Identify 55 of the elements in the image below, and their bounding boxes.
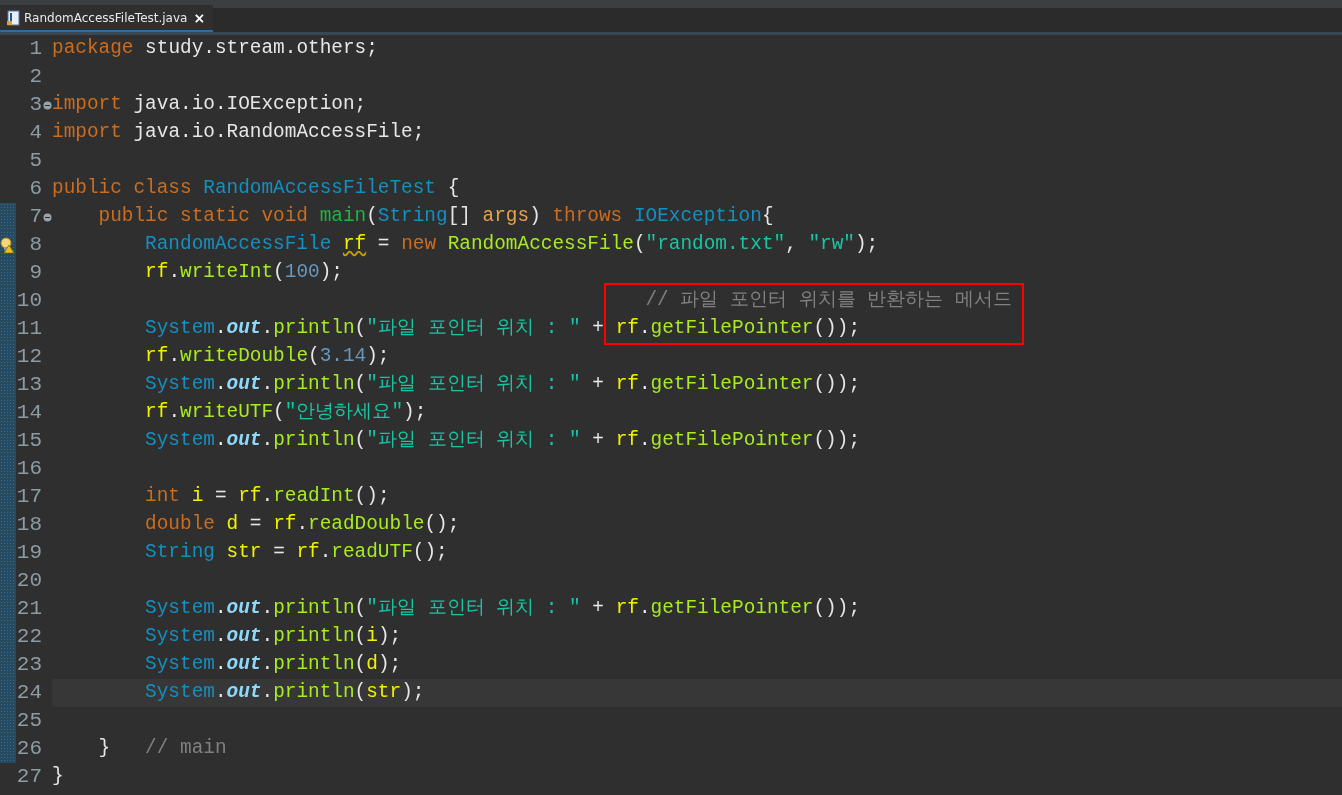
code-line: rf.writeDouble(3.14); <box>144 344 390 370</box>
line-number: 4 <box>28 120 42 147</box>
line-number: 16 <box>16 456 42 483</box>
line-number: 7 <box>28 204 42 231</box>
collapse-icon[interactable] <box>42 212 52 222</box>
code-line: System.out.println("파일 포인터 위치 : " + rf.getFilePointer()); <box>144 316 860 342</box>
line-number: 2 <box>28 64 42 91</box>
code-line: System.out.println(str); <box>144 680 425 706</box>
line-number: 26 <box>16 736 42 763</box>
line-number: 25 <box>16 708 42 735</box>
code-line: int i = rf.readInt(); <box>144 484 390 510</box>
line-number: 19 <box>16 540 42 567</box>
line-number: 9 <box>28 260 42 287</box>
tab-label: RandomAccessFileTest.java <box>24 9 188 27</box>
java-file-icon <box>6 9 20 26</box>
code-line: rf.writeUTF("안녕하세요"); <box>144 400 427 426</box>
code-line: RandomAccessFile rf = new RandomAccessFile("random.txt", "rw"); <box>144 232 879 258</box>
code-line: System.out.println("파일 포인터 위치 : " + rf.getFilePointer()); <box>144 428 860 454</box>
code-line: import java.io.RandomAccessFile; <box>52 120 425 146</box>
line-number: 27 <box>16 764 42 791</box>
line-number: 21 <box>16 596 42 623</box>
code-line: } // main <box>97 736 227 762</box>
line-number: 20 <box>16 568 42 595</box>
line-number: 6 <box>28 176 42 203</box>
line-number: 22 <box>16 624 42 651</box>
code-line: public static void main(String[] args) throws IOException{ <box>97 204 774 230</box>
line-number: 13 <box>16 372 42 399</box>
close-button[interactable]: × <box>191 10 208 25</box>
code-line: package study.stream.others; <box>52 36 378 62</box>
code-line: System.out.println(i); <box>144 624 402 650</box>
line-number: 12 <box>16 344 42 371</box>
file-tab[interactable]: RandomAccessFileTest.java × <box>0 5 214 32</box>
line-number: 8 <box>28 232 42 259</box>
code-line: System.out.println("파일 포인터 위치 : " + rf.getFilePointer()); <box>144 372 860 398</box>
line-number: 1 <box>28 36 42 63</box>
line-number: 23 <box>16 652 42 679</box>
code-line: } <box>52 764 64 790</box>
code-line: System.out.println("파일 포인터 위치 : " + rf.getFilePointer()); <box>144 596 860 622</box>
code-line: double d = rf.readDouble(); <box>144 512 460 538</box>
code-line: // 파일 포인터 위치를 반환하는 메서드 <box>644 288 1012 314</box>
line-number: 15 <box>16 428 42 455</box>
collapse-icon[interactable] <box>42 100 52 110</box>
line-number: 24 <box>16 680 42 707</box>
line-number: 18 <box>16 512 42 539</box>
code-line: public class RandomAccessFileTest { <box>52 176 460 202</box>
line-number: 14 <box>16 400 42 427</box>
line-number: 10 <box>16 288 42 315</box>
code-line: import java.io.IOException; <box>52 92 367 118</box>
code-line: System.out.println(d); <box>144 652 402 678</box>
line-number: 3 <box>28 92 42 119</box>
line-number: 17 <box>16 484 42 511</box>
line-number: 11 <box>16 316 42 343</box>
code-line: String str = rf.readUTF(); <box>144 540 448 566</box>
line-number: 5 <box>28 148 42 175</box>
code-line: rf.writeInt(100); <box>144 260 343 286</box>
